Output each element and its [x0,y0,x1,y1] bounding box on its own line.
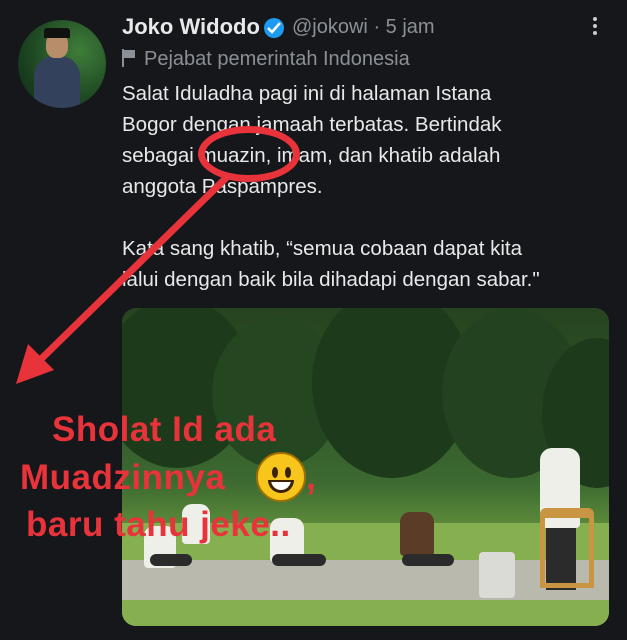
meme-caption-comma: , [306,458,317,497]
tweet-card: Joko Widodo @jokowi · 5 jam Pejabat peme… [0,0,627,640]
meme-caption-line: baru tahu jeke.. [26,505,291,544]
meme-caption-line: Muadzinnya [20,458,226,497]
meme-caption-line: Sholat Id ada [52,410,277,449]
grinning-face-icon [256,452,306,502]
